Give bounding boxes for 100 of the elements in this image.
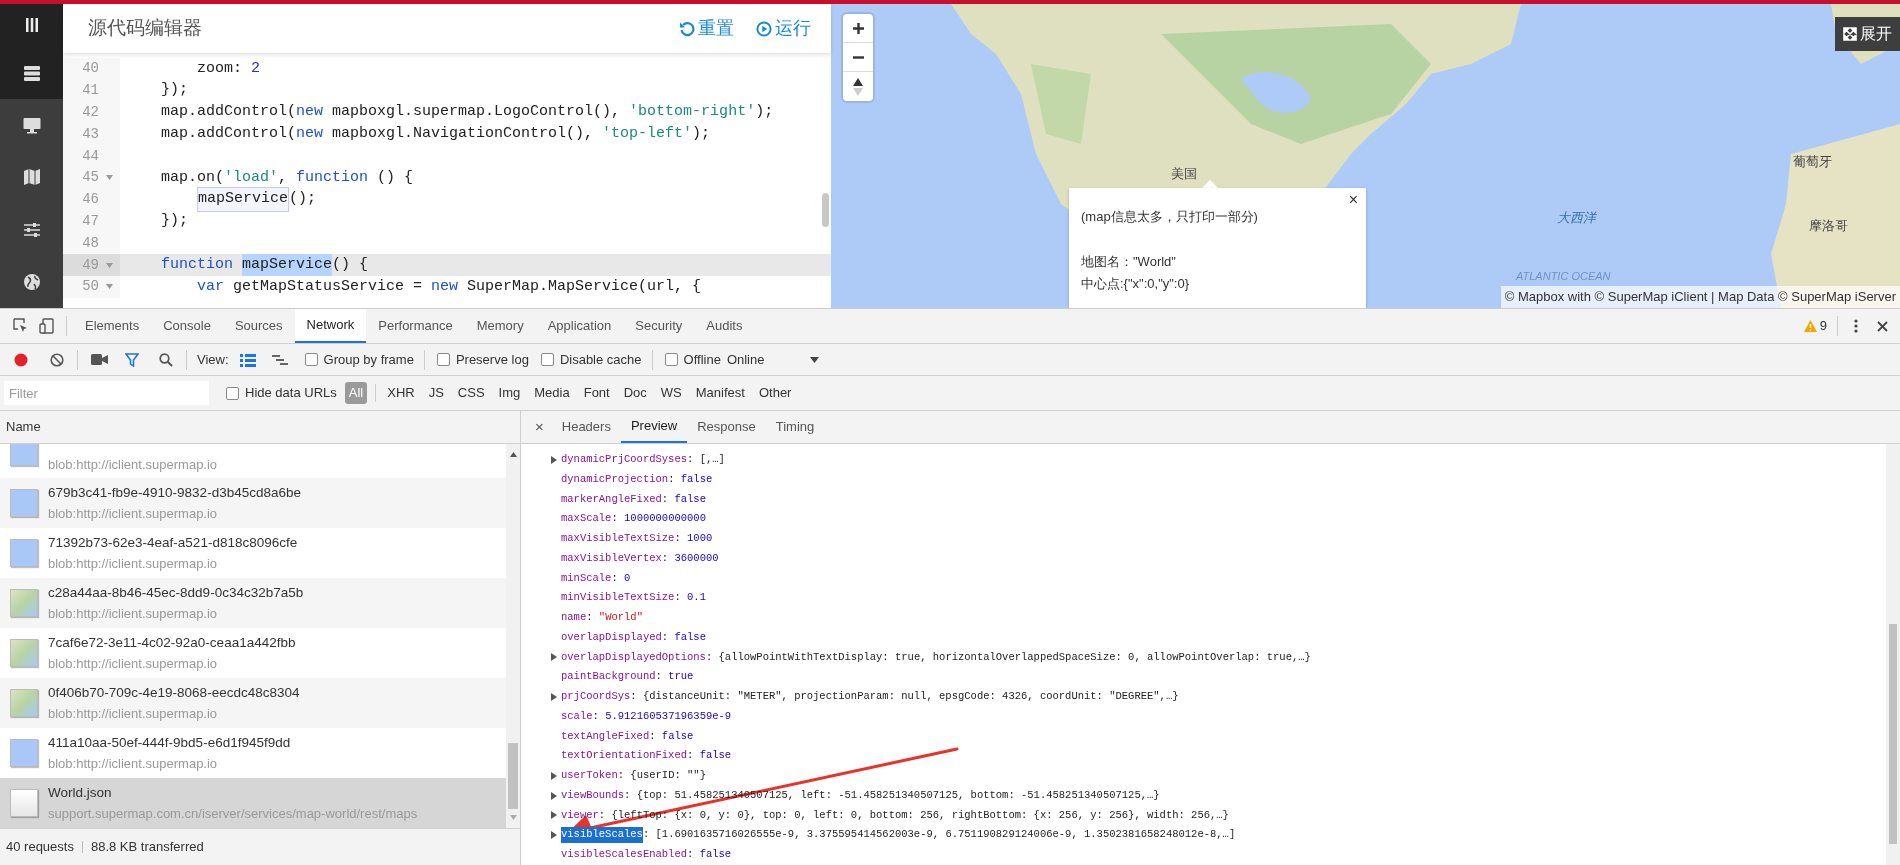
devtools-tab[interactable]: Application [535,309,624,343]
close-button[interactable]: × [1348,190,1358,210]
devtools-tab[interactable]: Sources [222,309,295,343]
json-separator: : [705,649,714,665]
resource-type-filter[interactable]: XHR [384,382,418,404]
resource-type-filter[interactable]: Font [580,382,613,404]
checkbox[interactable] [436,353,450,366]
request-row[interactable]: World.json support.supermap.com.cn/iserver/services/map-world/rest/maps [0,778,506,828]
request-name: 679b3c41-fb9e-4910-9832-d3b45cd8a6be [48,484,301,502]
detail-tab[interactable]: Timing [765,411,825,443]
json-separator: : [617,768,626,783]
code-text: getMapStatusService = [232,276,424,297]
reset-button[interactable]: 重置 [679,15,734,42]
detail-tab[interactable]: Response [687,411,766,443]
expand-triangle-icon[interactable] [551,692,557,701]
scroll-up-icon[interactable] [509,452,517,457]
request-row[interactable]: c28a44aa-8b46-45ec-8dd9-0c34c32b7a5b blob:http://iclient.supermap.io [0,578,506,628]
request-row[interactable]: 679b3c41-fb9e-4910-9832-d3b45cd8a6be blob:http://iclient.supermap.io [0,478,506,528]
detail-tab[interactable]: Headers [551,411,621,443]
line-number: 43 [81,124,99,144]
expand-triangle-icon[interactable] [551,811,557,820]
resource-type-filter[interactable]: Doc [620,382,650,404]
globe-icon [21,271,42,292]
expand-triangle-icon[interactable] [551,455,557,464]
menu-button[interactable] [0,4,63,47]
scrollbar-thumb[interactable] [822,193,829,227]
fold-arrow-icon[interactable] [106,175,113,181]
play-icon [756,20,772,37]
device-toolbar-button[interactable] [38,317,56,335]
expand-button[interactable]: 展开 [1835,17,1900,51]
json-key: viewBounds [561,787,624,804]
filter-button[interactable] [124,351,140,368]
json-key: maxVisibleTextSize [561,531,675,547]
expand-triangle-icon[interactable] [551,791,557,800]
json-key: textOrientationFixed [561,748,688,764]
json-separator: : [674,531,682,546]
devtools-tab[interactable]: Performance [366,309,465,343]
column-header[interactable]: Name [0,411,520,444]
list-view-button[interactable] [238,351,257,368]
close-button[interactable]: × [535,415,544,439]
devtools-tab[interactable]: Console [151,309,223,343]
code-keyword: new [296,102,324,123]
screenshot-button[interactable] [90,351,108,368]
expand-triangle-icon[interactable] [551,653,557,662]
expand-triangle-icon[interactable] [551,831,557,840]
clear-button[interactable] [49,351,65,368]
checkbox[interactable] [664,353,678,366]
scrollbar-thumb[interactable] [508,743,518,809]
resource-type-filter[interactable]: Media [531,382,573,404]
resource-type-filter[interactable]: JS [425,382,447,404]
line-number: 47 [81,211,99,231]
json-key: prjCoordSys [561,689,631,705]
sidebar-item[interactable] [0,46,63,99]
map-label: ATLANTIC OCEAN [1516,269,1611,284]
resource-type-filter[interactable]: Img [495,382,524,404]
request-row[interactable]: 0f406b70-709c-4e19-8068-eecdc48c8304 blob:http://iclient.supermap.io [0,678,506,728]
clear-icon [50,352,64,367]
devtools-tab[interactable]: Audits [694,309,755,343]
checkbox-label: Preserve log [455,350,529,369]
line-number: 49 [81,255,99,275]
scrollbar-thumb[interactable] [1889,624,1897,844]
status-text: 40 requests [6,838,74,857]
checkbox[interactable] [304,353,318,366]
record-button[interactable] [13,351,29,368]
json-value: "World" [598,610,643,625]
code-text: zoom: [197,58,243,79]
detail-tab[interactable]: Preview [620,411,688,443]
json-separator: : [586,610,594,625]
devtools-tab[interactable]: Elements [73,309,152,343]
plus-icon [851,21,865,35]
expand-triangle-icon[interactable] [551,771,557,780]
json-value: 0.1 [687,590,706,606]
devtools-tab[interactable]: Security [623,309,695,343]
json-value: {distanceUnit: "METER", projectionParam: null, epsgCode: 4326, coordUnit: "DEGREE",…} [642,689,1179,704]
devtools-tab[interactable]: Network [294,309,367,343]
warning-count[interactable]: 9 [1819,316,1827,336]
checkbox[interactable] [540,353,554,366]
json-separator: : [649,728,657,744]
resource-type-filter[interactable]: WS [657,382,685,404]
resource-type-filter[interactable]: CSS [454,382,488,404]
resource-type-filter[interactable]: Manifest [692,382,748,404]
search-button[interactable] [158,351,174,368]
checkbox[interactable] [226,386,239,400]
warning-icon [1803,320,1817,332]
view-label: View: [197,350,229,369]
filter-input[interactable]: Filter [4,381,209,405]
throttling-dropdown[interactable]: Online [726,349,819,370]
fold-arrow-icon[interactable] [106,284,113,290]
resource-type-filter[interactable]: Other [755,382,795,404]
request-url: blob:http://iclient.supermap.io [48,705,219,723]
code-keyword: var [197,276,224,297]
json-key: name [561,610,587,626]
request-name: 7caf6e72-3e11-4c02-92a0-ceaa1a442fbb [48,634,296,652]
devtools-tab[interactable]: Memory [464,309,536,343]
json-value: true [668,669,694,685]
json-value: false [699,847,732,862]
code-text: (); [289,189,317,210]
run-button[interactable]: 运行 [756,15,811,42]
dropdown-caret-icon [809,356,819,363]
monitor-icon [21,115,42,136]
